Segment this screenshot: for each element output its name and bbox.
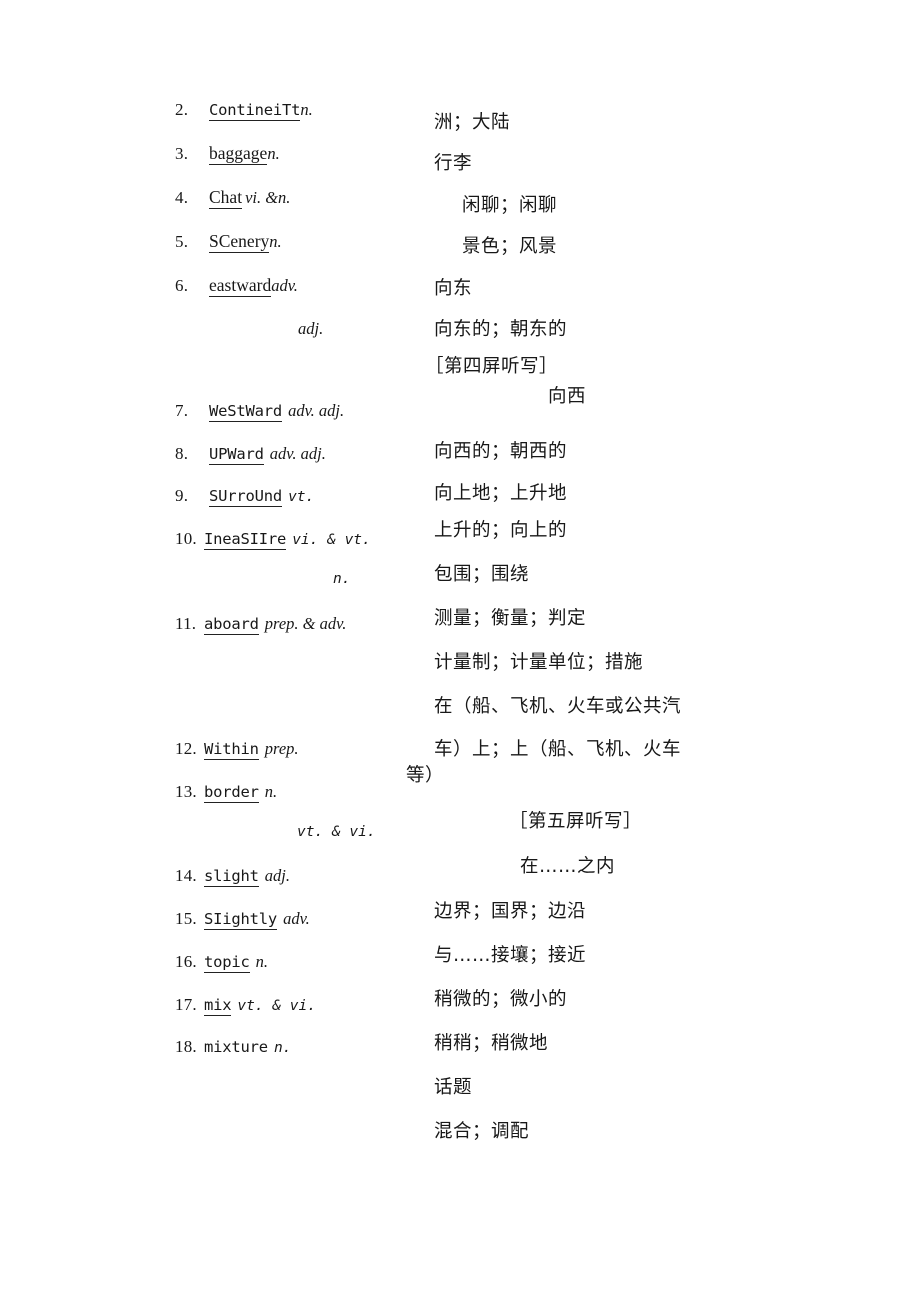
translation: 在……之内	[520, 856, 616, 877]
entry-word: slight	[204, 867, 259, 887]
entry-word: eastward	[209, 275, 272, 297]
translation: 混合；调配	[434, 1121, 530, 1142]
entry-word: WeStWard	[209, 402, 283, 422]
translation: 洲；大陆	[434, 112, 511, 133]
entry-pos: n.	[269, 232, 282, 251]
entry-number: 15.	[175, 909, 197, 928]
entry-word: aboard	[204, 615, 259, 635]
entry-word: Within	[204, 740, 259, 760]
entry-word: SUrroUnd	[209, 487, 283, 507]
pos-continuation: n.	[333, 571, 351, 587]
vocab-entry: 14. slight adj.	[175, 866, 291, 887]
translation: 包围；围绕	[434, 564, 530, 585]
entry-number: 5.	[175, 232, 189, 251]
vocab-entry: 13. border n.	[175, 782, 278, 803]
entry-word: ContineiTt	[209, 101, 301, 121]
translation: 与……接壤；接近	[434, 945, 587, 966]
translation: 测量；衡量；判定	[434, 608, 587, 629]
entry-word: SCenery	[209, 231, 270, 253]
translation: 计量制；计量单位；措施	[434, 652, 644, 673]
entry-pos: prep. & adv.	[264, 614, 347, 633]
entry-number: 2.	[175, 100, 189, 119]
entry-word: Chat	[209, 187, 243, 209]
section-header: ［第五屏听写］	[509, 811, 643, 832]
pos-continuation: adj.	[298, 319, 324, 338]
translation: 车）上；上（船、飞机、火车	[434, 739, 682, 760]
entry-word: mixture	[204, 1038, 268, 1056]
entry-pos: adv. adj.	[288, 401, 345, 420]
entry-pos: adv.	[271, 276, 298, 295]
entry-number: 10.	[175, 529, 197, 548]
worksheet-page: 2. ContineiTtn. 3. baggagen. 4. Chat vi. &n.…	[0, 0, 920, 1301]
entry-pos: n.	[255, 952, 269, 971]
entry-pos: vi. & vt.	[292, 532, 371, 548]
entry-word: SIightly	[204, 910, 278, 930]
vocab-entry: 12. Within prep.	[175, 739, 299, 760]
vocab-entry: 15. SIightly adv.	[175, 909, 310, 930]
vocab-entry: 10. IneaSIIre vi. & vt.	[175, 529, 371, 550]
translation: 向西	[548, 386, 587, 407]
entry-pos: n.	[264, 782, 278, 801]
entry-number: 13.	[175, 782, 197, 801]
translation: 向西的；朝西的	[434, 441, 568, 462]
entry-pos: adv. adj.	[269, 444, 326, 463]
entry-number: 6.	[175, 276, 189, 295]
section-header: ［第四屏听写］	[425, 356, 559, 377]
vocab-entry: 17. mix vt. & vi.	[175, 995, 316, 1016]
entry-pos: prep.	[264, 739, 299, 758]
translation: 向东的；朝东的	[434, 319, 568, 340]
vocab-entry: 6. eastwardadv.	[175, 275, 298, 297]
entry-word: mix	[204, 996, 232, 1016]
translation: 边界；国界；边沿	[434, 901, 587, 922]
entry-pos: n.	[273, 1040, 292, 1056]
entry-pos: vt. & vi.	[237, 998, 316, 1014]
entry-number: 9.	[175, 486, 189, 505]
translation: 在（船、飞机、火车或公共汽	[434, 696, 682, 717]
entry-pos: adv.	[283, 909, 310, 928]
entry-word: IneaSIIre	[204, 530, 287, 550]
entry-number: 3.	[175, 144, 189, 163]
entry-number: 7.	[175, 401, 189, 420]
entry-pos: vt.	[288, 489, 315, 505]
entry-word: baggage	[209, 143, 268, 165]
entry-number: 12.	[175, 739, 197, 758]
entry-word: border	[204, 783, 259, 803]
entry-pos: n.	[267, 144, 280, 163]
entry-number: 14.	[175, 866, 197, 885]
entry-pos: n.	[300, 100, 313, 119]
vocab-entry: 5. SCeneryn.	[175, 231, 282, 253]
vocab-entry: 2. ContineiTtn.	[175, 100, 313, 121]
entry-number: 18.	[175, 1037, 197, 1056]
translation: 向上地；上升地	[434, 483, 568, 504]
vocab-entry: 4. Chat vi. &n.	[175, 187, 291, 209]
vocab-entry: 9. SUrroUnd vt.	[175, 486, 315, 507]
translation: 上升的；向上的	[434, 520, 568, 541]
translation: 景色；风景	[462, 236, 558, 257]
entry-number: 16.	[175, 952, 197, 971]
translation: 话题	[434, 1077, 473, 1098]
vocab-entry: 8. UPWard adv. adj.	[175, 444, 326, 465]
entry-number: 11.	[175, 614, 197, 633]
vocab-entry: 7. WeStWard adv. adj.	[175, 401, 345, 422]
vocab-entry: 11. aboard prep. & adv.	[175, 614, 347, 635]
entry-pos: adj.	[264, 866, 291, 885]
translation: 向东	[434, 278, 473, 299]
entry-number: 4.	[175, 188, 189, 207]
translation: 行李	[434, 153, 473, 174]
vocab-entry: 3. baggagen.	[175, 143, 280, 165]
translation: 闲聊；闲聊	[462, 195, 558, 216]
entry-number: 17.	[175, 995, 197, 1014]
entry-pos: vi. &n.	[245, 188, 291, 207]
entry-word: UPWard	[209, 445, 264, 465]
entry-number: 8.	[175, 444, 189, 463]
pos-continuation: vt. & vi.	[297, 824, 376, 840]
translation: 等）	[406, 765, 445, 786]
entry-word: topic	[204, 953, 250, 973]
vocab-entry: 16. topic n.	[175, 952, 269, 973]
translation: 稍稍；稍微地	[434, 1033, 549, 1054]
vocab-entry: 18. mixture n.	[175, 1038, 291, 1056]
translation: 稍微的；微小的	[434, 989, 568, 1010]
